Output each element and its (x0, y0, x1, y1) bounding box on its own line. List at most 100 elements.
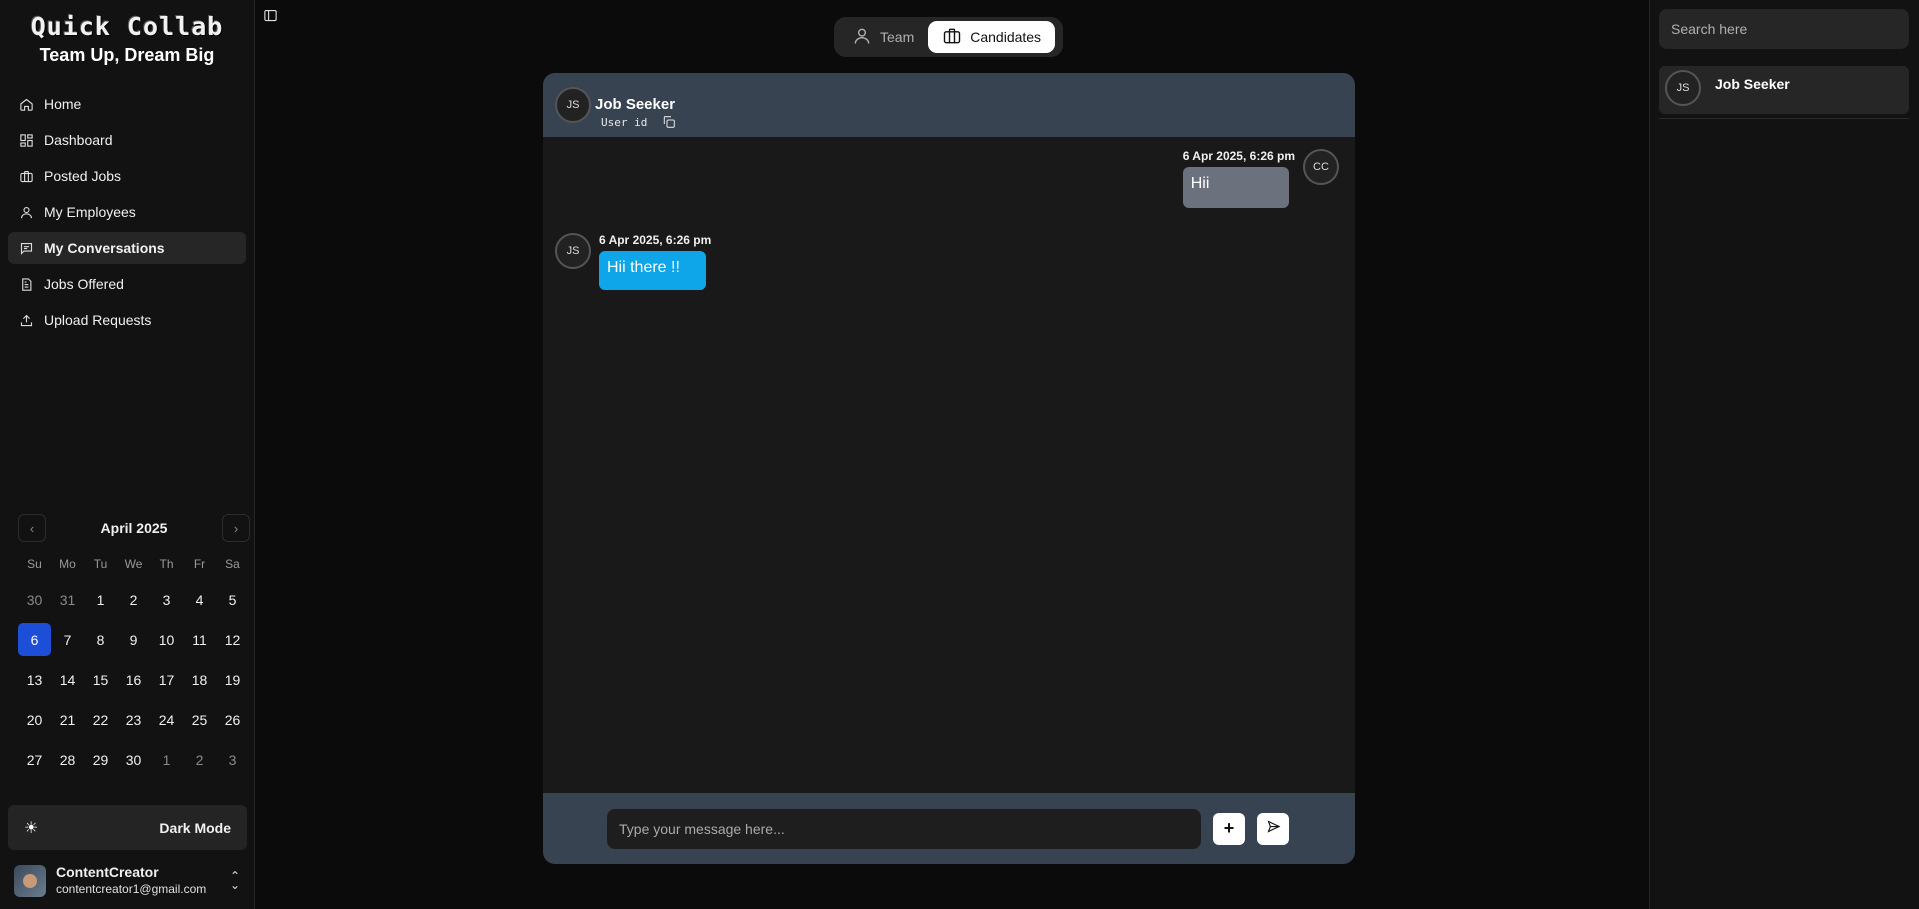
sidebar-item-label: Dashboard (44, 132, 113, 148)
calendar-day[interactable]: 3 (150, 583, 183, 616)
message-outgoing: 6 Apr 2025, 6:26 pm Hii CC (1182, 149, 1339, 208)
sidebar-item-upload-requests[interactable]: Upload Requests (8, 304, 246, 336)
user-icon (18, 204, 34, 220)
sidebar-item-home[interactable]: Home (8, 88, 246, 120)
calendar-weekday: We (124, 557, 143, 571)
chat-title: Job Seeker User id (595, 96, 677, 130)
chevron-up-down-icon: ⌃ ⌄ (229, 869, 240, 892)
chat-icon (18, 240, 34, 256)
sidebar-item-my-conversations[interactable]: My Conversations (8, 232, 246, 264)
prev-month-button[interactable]: ‹ (18, 514, 46, 542)
send-button[interactable] (1257, 812, 1289, 845)
calendar-day[interactable]: 26 (216, 703, 249, 736)
calendar-day[interactable]: 3 (216, 743, 249, 776)
calendar-day[interactable]: 23 (117, 703, 150, 736)
calendar-day[interactable]: 31 (51, 583, 84, 616)
calendar-day[interactable]: 11 (183, 623, 216, 656)
tab-candidates[interactable]: Candidates (928, 21, 1056, 53)
calendar-day[interactable]: 4 (183, 583, 216, 616)
chevron-right-icon: › (233, 520, 239, 536)
calendar-day[interactable]: 15 (84, 663, 117, 696)
calendar-day[interactable]: 9 (117, 623, 150, 656)
calendar-day[interactable]: 14 (51, 663, 84, 696)
user-icon (852, 26, 880, 49)
brand-subtitle: Team Up, Dream Big (39, 45, 215, 65)
avatar: JS (555, 233, 591, 269)
calendar-day[interactable]: 8 (84, 623, 117, 656)
sidebar-item-jobs-offered[interactable]: Jobs Offered (8, 268, 246, 300)
sidebar-item-label: Posted Jobs (44, 168, 122, 184)
calendar-day[interactable]: 30 (117, 743, 150, 776)
calendar-header: ‹ April 2025 › (18, 512, 250, 544)
briefcase-icon (18, 168, 34, 184)
calendar-day-selected[interactable]: 6 (18, 623, 51, 656)
sidebar-item-label: Upload Requests (44, 312, 152, 328)
calendar-day[interactable]: 2 (117, 583, 150, 616)
calendar: ‹ April 2025 › Su Mo Tu We Th Fr Sa 30 3… (18, 512, 250, 776)
calendar-day[interactable]: 2 (183, 743, 216, 776)
calendar-day[interactable]: 18 (183, 663, 216, 696)
sidebar-item-label: Jobs Offered (44, 276, 124, 292)
calendar-day[interactable]: 5 (216, 583, 249, 616)
user-id-label: User id (601, 115, 648, 129)
avatar-face (23, 874, 37, 888)
message-composer: + (543, 793, 1355, 864)
calendar-day[interactable]: 24 (150, 703, 183, 736)
calendar-grid: Su Mo Tu We Th Fr Sa 30 31 1 2 3 4 5 6 7… (18, 552, 250, 776)
avatar: JS (1665, 70, 1701, 106)
user-email: contentcreator1@gmail.com (56, 882, 207, 896)
message-input[interactable] (607, 808, 1201, 849)
calendar-day[interactable]: 19 (216, 663, 249, 696)
calendar-day[interactable]: 7 (51, 623, 84, 656)
calendar-day[interactable]: 25 (183, 703, 216, 736)
calendar-day[interactable]: 16 (117, 663, 150, 696)
briefcase-icon (942, 26, 970, 49)
sidebar-toggle-button[interactable] (263, 8, 279, 24)
calendar-weekday: Su (27, 557, 42, 571)
sidebar-item-posted-jobs[interactable]: Posted Jobs (8, 160, 246, 192)
calendar-day[interactable]: 21 (51, 703, 84, 736)
brand: Quick Collab Team Up, Dream Big (0, 0, 254, 66)
message-timestamp: 6 Apr 2025, 6:26 pm (599, 233, 712, 247)
calendar-weekday: Fr (193, 557, 206, 571)
user-info: ContentCreator contentcreator1@gmail.com (56, 864, 206, 898)
message-bubble: Hii (1182, 167, 1289, 208)
calendar-day[interactable]: 13 (18, 663, 51, 696)
calendar-weekday: Tu (93, 557, 108, 571)
dashboard-icon (18, 132, 34, 148)
upload-icon (18, 312, 34, 328)
calendar-day[interactable]: 22 (84, 703, 117, 736)
sidebar-item-dashboard[interactable]: Dashboard (8, 124, 246, 156)
calendar-day[interactable]: 12 (216, 623, 249, 656)
calendar-day[interactable]: 28 (51, 743, 84, 776)
calendar-day[interactable]: 27 (18, 743, 51, 776)
contact-item[interactable]: JS Job Seeker (1659, 66, 1909, 114)
chat-contact-name: Job Seeker (595, 96, 676, 113)
calendar-day[interactable]: 1 (150, 743, 183, 776)
plus-icon: + (1223, 818, 1235, 838)
sun-icon: ☀ (24, 819, 39, 837)
calendar-day[interactable]: 1 (84, 583, 117, 616)
avatar (14, 865, 46, 897)
tab-team[interactable]: Team (838, 21, 928, 53)
user-menu[interactable]: ContentCreator contentcreator1@gmail.com… (14, 861, 250, 901)
calendar-day[interactable]: 20 (18, 703, 51, 736)
chat-header: JS Job Seeker User id (543, 73, 1355, 137)
sidebar-item-label: Home (44, 96, 82, 112)
dark-mode-label: Dark Mode (159, 819, 231, 836)
search-input[interactable] (1659, 9, 1909, 49)
home-icon (18, 96, 34, 112)
panel-left-icon (263, 9, 278, 27)
copy-icon[interactable] (661, 114, 677, 130)
tab-label: Candidates (970, 29, 1042, 45)
dark-mode-toggle[interactable]: ☀ Dark Mode (8, 805, 247, 850)
next-month-button[interactable]: › (222, 514, 250, 542)
add-attachment-button[interactable]: + (1213, 812, 1245, 845)
sidebar-item-my-employees[interactable]: My Employees (8, 196, 246, 228)
calendar-day[interactable]: 29 (84, 743, 117, 776)
calendar-month: April 2025 (100, 520, 168, 536)
calendar-day[interactable]: 10 (150, 623, 183, 656)
calendar-day[interactable]: 17 (150, 663, 183, 696)
message-list: 6 Apr 2025, 6:26 pm Hii CC JS 6 Apr 2025… (543, 137, 1355, 793)
calendar-day[interactable]: 30 (18, 583, 51, 616)
